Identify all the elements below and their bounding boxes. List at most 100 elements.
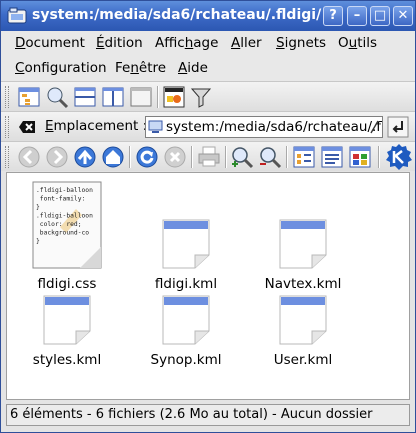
menu-aller[interactable]: Aller [231, 35, 262, 51]
menu-accel: h [184, 35, 194, 51]
css-preview-line: color: red; [36, 221, 82, 228]
blank-view-icon[interactable] [129, 85, 153, 109]
file-manager-window: system:/media/sda6/rchateau/.fldigi/kn ?… [0, 0, 416, 433]
navigation-toolbar [1, 141, 415, 171]
menu-label: tils [357, 35, 378, 51]
menu-label: être [138, 60, 167, 76]
menu-accel: D [15, 35, 26, 51]
menu-label: ide [187, 60, 208, 76]
zoom-out-icon[interactable] [258, 145, 282, 169]
title-bar[interactable]: system:/media/sda6/rchateau/.fldigi/kn ?… [1, 1, 415, 31]
help-button[interactable]: ? [323, 6, 343, 26]
toolbar-grip[interactable] [5, 116, 9, 138]
toolbar-separator [157, 86, 159, 108]
toolbar-grip[interactable] [5, 86, 9, 108]
menu-accel: A [178, 60, 188, 76]
detail-view-icon[interactable] [320, 145, 344, 169]
preview-icon[interactable] [45, 85, 69, 109]
toolbar-separator [286, 146, 288, 168]
file-item[interactable]: Synop.kml [136, 295, 236, 368]
menu-aide[interactable]: Aide [178, 60, 208, 76]
reload-icon[interactable] [135, 145, 159, 169]
minimize-button[interactable]: – [347, 6, 367, 26]
menu-accel: A [231, 35, 241, 51]
home-icon[interactable] [101, 145, 125, 169]
multicolumn-view-icon[interactable] [348, 145, 372, 169]
menu-bar: Document Édition Affichage Aller Signets… [1, 31, 415, 81]
window-title: system:/media/sda6/rchateau/.fldigi/kn [32, 7, 322, 23]
file-name: fldigi.css [37, 276, 97, 292]
kml-file-icon[interactable] [279, 295, 327, 345]
kml-file-icon[interactable] [43, 295, 91, 345]
icon-view-icon[interactable] [292, 145, 316, 169]
file-item[interactable]: User.kml [253, 295, 353, 368]
menu-edition[interactable]: Édition [96, 35, 143, 51]
file-name: User.kml [273, 352, 333, 368]
kde-logo-icon[interactable] [385, 143, 413, 171]
kml-file-icon[interactable] [162, 295, 210, 345]
css-preview-line: } [36, 204, 40, 211]
file-item[interactable]: fldigi.kml [136, 219, 236, 292]
file-item[interactable]: Navtex.kml [253, 219, 353, 292]
menu-accel: u [348, 35, 358, 51]
filter-icon[interactable] [189, 85, 213, 109]
file-item[interactable]: .fldigi-balloon font-family:} .fldigi-bal… [17, 181, 117, 292]
kml-file-icon[interactable] [162, 219, 210, 269]
stop-icon[interactable] [163, 145, 187, 169]
menu-label: dition [104, 35, 143, 51]
file-name: styles.kml [32, 352, 102, 368]
location-label-text: mplacement : [53, 118, 148, 134]
menu-label: ignets [284, 35, 327, 51]
menu-fenetre[interactable]: Fenêtre [115, 60, 166, 76]
menu-affichage[interactable]: Affichage [155, 35, 218, 51]
menu-configuration[interactable]: Configuration [15, 60, 107, 76]
file-name: Navtex.kml [264, 276, 342, 292]
toolbar-separator [225, 146, 227, 168]
file-view[interactable]: .fldigi-balloon font-family:} .fldigi-bal… [6, 172, 410, 400]
menu-accel: S [276, 35, 285, 51]
toolbar-separator [191, 146, 193, 168]
menu-signets[interactable]: Signets [276, 35, 326, 51]
close-button[interactable]: ✕ [393, 6, 413, 26]
print-icon[interactable] [197, 145, 221, 169]
maximize-button[interactable]: □ [370, 6, 390, 26]
menu-label: age [193, 35, 219, 51]
file-name: Synop.kml [150, 352, 222, 368]
computer-icon [148, 120, 163, 133]
location-input-value: system:/media/sda6/rchateau/.fldigi/kml [166, 119, 382, 135]
up-icon[interactable] [73, 145, 97, 169]
css-preview-line: background-co [36, 230, 89, 237]
toolbar-grip[interactable] [5, 146, 9, 168]
tree-view-icon[interactable] [17, 85, 41, 109]
folder-app-icon[interactable] [7, 6, 27, 26]
css-file-icon[interactable]: .fldigi-balloon font-family:} .fldigi-bal… [32, 181, 102, 269]
location-label: Emplacement : [45, 118, 147, 134]
location-label-accel: E [45, 118, 54, 134]
zoom-in-icon[interactable] [230, 145, 254, 169]
location-dropdown-icon[interactable] [367, 118, 381, 136]
menu-label: O [338, 35, 349, 51]
split-vertical-icon[interactable] [101, 85, 125, 109]
file-item[interactable]: styles.kml [17, 295, 117, 368]
clear-location-icon[interactable] [18, 118, 36, 136]
menu-outils[interactable]: Outils [338, 35, 377, 51]
menu-label: onfiguration [24, 60, 107, 76]
toolbar-separator [129, 146, 131, 168]
forward-icon[interactable] [45, 145, 69, 169]
location-input[interactable]: system:/media/sda6/rchateau/.fldigi/kml [145, 116, 383, 138]
menu-label: Affic [155, 35, 185, 51]
css-preview-line: .fldigi-balloon [36, 187, 93, 194]
view-toolbar [1, 81, 415, 111]
go-icon[interactable] [387, 116, 409, 138]
menu-document[interactable]: Document [15, 35, 85, 51]
menu-label: ller [240, 35, 262, 51]
back-icon[interactable] [17, 145, 41, 169]
file-name: fldigi.kml [154, 276, 218, 292]
image-viewer-icon[interactable] [162, 85, 186, 109]
split-horizontal-icon[interactable] [73, 85, 97, 109]
location-toolbar: Emplacement : system:/media/sda6/rchatea… [1, 111, 415, 141]
menu-accel: n [130, 60, 139, 76]
svg-text:.fldigi-balloon font-family:}: .fldigi-balloon font-family:} .fldigi-bal… [36, 187, 93, 245]
kml-file-icon[interactable] [279, 219, 327, 269]
css-preview-line: .fldigi-balloon [36, 213, 93, 220]
